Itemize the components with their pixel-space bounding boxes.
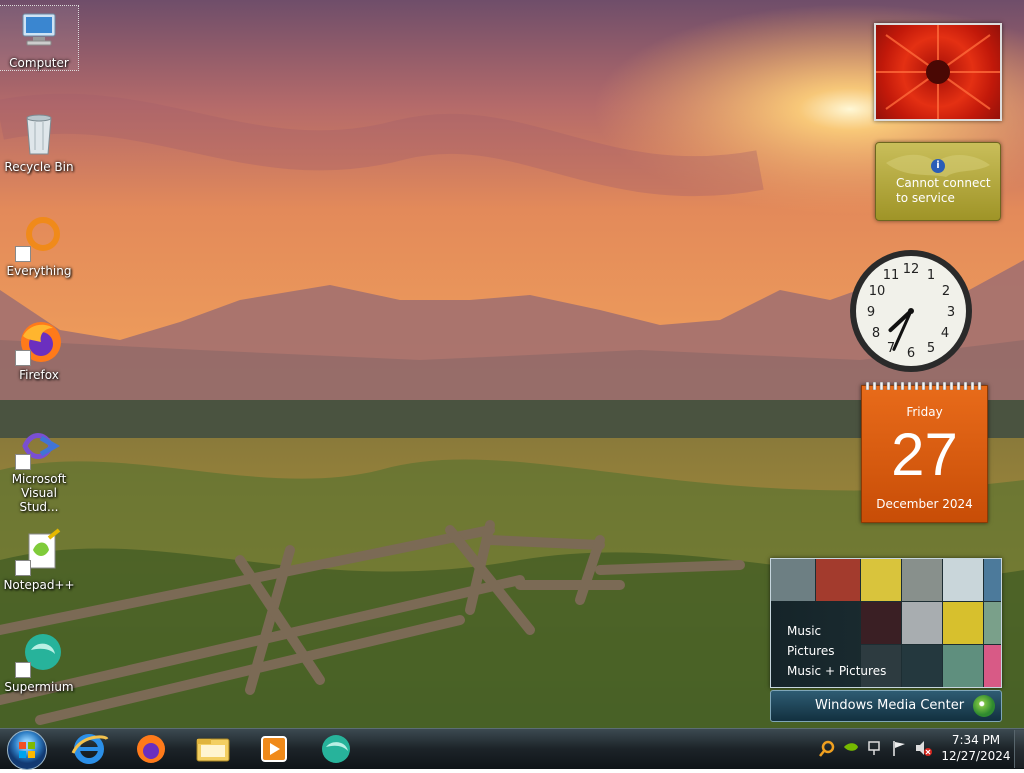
media-thumbnail [861, 559, 901, 601]
weather-message: Cannot connect to service [896, 176, 991, 205]
media-thumbnail [984, 559, 1001, 601]
supermium-icon [322, 735, 350, 763]
desktop-icon-label: Notepad++ [3, 578, 75, 592]
windows-media-center-logo-icon [973, 695, 995, 717]
slideshow-gadget[interactable] [874, 23, 1002, 121]
media-thumbnail [943, 645, 983, 687]
media-thumbnail [984, 645, 1001, 687]
visual-studio-icon [15, 422, 63, 470]
desktop-icon-label: Recycle Bin [4, 160, 74, 174]
notepad-plus-plus-icon [15, 528, 63, 576]
shortcut-arrow-icon [15, 560, 31, 576]
desktop-icon-label: Microsoft Visual Stud... [11, 472, 67, 514]
info-icon: i [931, 159, 945, 173]
volume-muted-icon[interactable] [916, 741, 932, 756]
media-thumbnail [902, 559, 942, 601]
media-center-gadget[interactable]: Music Pictures Music + Pictures [770, 558, 1002, 688]
system-tray [816, 730, 936, 766]
media-center-link-music[interactable]: Music [787, 621, 886, 641]
clock-numeral-12: 12 [903, 262, 920, 277]
clock-numeral-6: 6 [907, 346, 915, 361]
media-player-icon [261, 736, 287, 762]
clock-numeral-8: 8 [872, 326, 880, 341]
media-thumbnail [771, 559, 815, 601]
media-thumbnail [902, 602, 942, 644]
clock-numeral-9: 9 [867, 305, 875, 320]
media-thumbnail [943, 602, 983, 644]
computer-icon [15, 6, 63, 54]
media-thumbnail [984, 602, 1001, 644]
clock-numeral-11: 11 [883, 268, 900, 283]
taskbar-clock[interactable]: 7:34 PM 12/27/2024 [938, 732, 1014, 764]
weather-gadget[interactable]: i Cannot connect to service [875, 142, 1001, 221]
calendar-weekday: Friday [906, 405, 943, 419]
desktop-icon-label: Supermium [4, 680, 74, 694]
clock-numeral-3: 3 [947, 305, 955, 320]
calendar-day: 27 [891, 421, 958, 488]
desktop-icon-label: Computer [9, 56, 69, 70]
nvidia-icon[interactable] [844, 743, 858, 751]
firefox-icon [15, 318, 63, 366]
desktop-icon-visual-studio[interactable]: Microsoft Visual Stud... [0, 422, 78, 514]
calendar-month-year: December 2024 [876, 497, 973, 511]
network-icon[interactable] [868, 741, 880, 755]
desktop-icon-computer[interactable]: Computer [0, 5, 79, 71]
shortcut-arrow-icon [15, 662, 31, 678]
search-icon[interactable] [819, 740, 835, 757]
clock-numeral-2: 2 [942, 284, 950, 299]
shortcut-arrow-icon [15, 350, 31, 366]
desktop-icon-firefox[interactable]: Firefox [0, 318, 78, 382]
windows-media-center-button[interactable]: Windows Media Center [770, 690, 1002, 722]
clock-numeral-5: 5 [927, 341, 935, 356]
taskbar-supermium-button[interactable] [312, 731, 360, 767]
flag-icon[interactable] [893, 741, 905, 756]
recycle-bin-icon [15, 110, 63, 158]
clock-gadget[interactable]: 12 1 2 3 4 5 6 7 8 9 10 11 [848, 248, 974, 374]
media-thumbnail [816, 559, 860, 601]
desktop-icon-label: Firefox [19, 368, 59, 382]
everything-search-icon [15, 214, 63, 262]
media-thumbnail [902, 645, 942, 687]
desktop-icon-recycle-bin[interactable]: Recycle Bin [0, 110, 78, 174]
media-thumbnail [943, 559, 983, 601]
desktop-icon-everything[interactable]: Everything [0, 214, 78, 278]
desktop-icon-label: Everything [6, 264, 72, 278]
shortcut-arrow-icon [15, 454, 31, 470]
taskbar-internet-explorer-button[interactable] [65, 731, 113, 767]
taskbar-time: 7:34 PM [951, 733, 1001, 747]
flower-photo [876, 25, 1000, 119]
taskbar-firefox-button[interactable] [127, 731, 175, 767]
desktop-icon-notepad-plus-plus[interactable]: Notepad++ [0, 528, 78, 592]
start-button[interactable] [7, 730, 47, 770]
taskbar-date: 12/27/2024 [941, 749, 1011, 763]
taskbar-file-explorer-button[interactable] [189, 731, 237, 767]
windows-logo-icon [19, 742, 35, 758]
desktop-icon-supermium[interactable]: Supermium [0, 630, 78, 694]
calendar-binding-rings [865, 382, 982, 390]
clock-numeral-10: 10 [869, 284, 886, 299]
shortcut-arrow-icon [15, 246, 31, 262]
clock-numeral-4: 4 [941, 326, 949, 341]
file-explorer-icon [196, 738, 230, 762]
internet-explorer-icon [71, 734, 109, 764]
media-center-title: Windows Media Center [815, 698, 965, 713]
calendar-gadget[interactable]: Friday 27 December 2024 [861, 382, 988, 523]
clock-numeral-1: 1 [927, 268, 935, 283]
show-desktop-button[interactable] [1014, 730, 1024, 768]
firefox-icon [137, 735, 165, 763]
supermium-icon [15, 630, 63, 678]
media-center-link-pictures[interactable]: Pictures [787, 641, 886, 661]
media-center-link-music-pictures[interactable]: Music + Pictures [787, 661, 886, 681]
taskbar-media-player-button[interactable] [250, 731, 298, 767]
